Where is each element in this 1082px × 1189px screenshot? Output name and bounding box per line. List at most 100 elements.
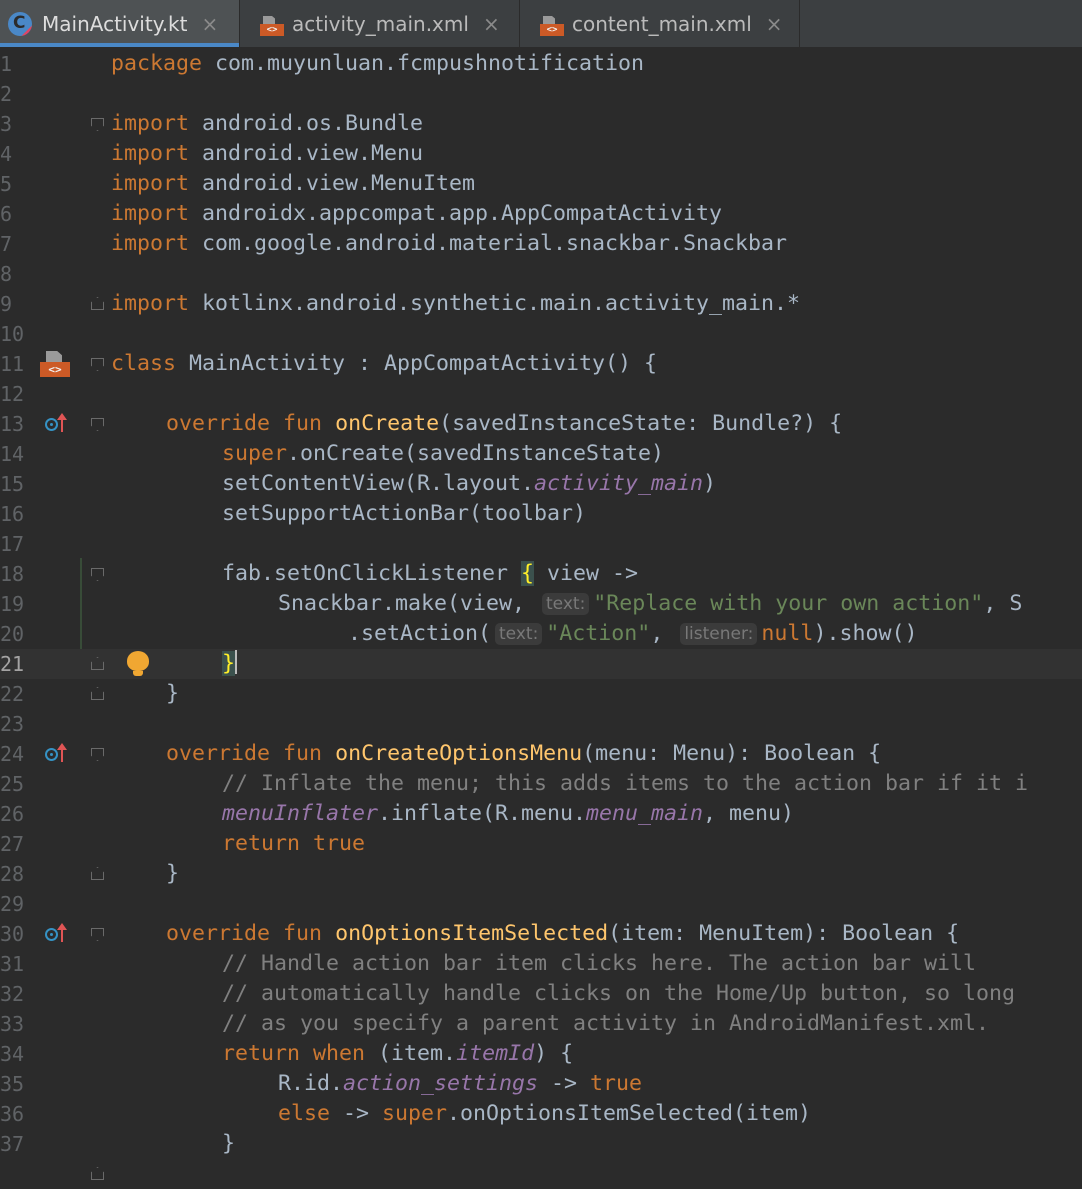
code-editor[interactable]: 1 package com.muyunluan.fcmpushnotificat… [0,48,1082,1180]
parameter-hint: text: [495,623,543,645]
line-number: 8 [0,262,13,286]
code-comment: // Inflate the menu; this adds items to … [222,771,1029,796]
override-method-icon[interactable] [45,413,71,435]
code-comment: // as you specify a parent activity in A… [222,1011,990,1036]
code-line: 10 [0,319,1082,349]
fold-start-icon[interactable] [91,748,104,761]
line-number: 27 [0,832,25,856]
tab-activity-main-xml[interactable]: <> activity_main.xml × [240,0,520,47]
code-text: } [166,681,180,706]
kotlin-file-icon [8,11,36,36]
line-number: 10 [0,322,25,346]
line-number: 4 [0,142,13,166]
code-text: override fun onCreateOptionsMenu(menu: M… [166,741,882,766]
tab-label: MainActivity.kt [42,11,188,36]
code-line-current: 21 } [0,649,1082,679]
code-line: 30 override fun onOptionsItemSelected(it… [0,919,1082,949]
line-number: 5 [0,172,13,196]
lightbulb-icon[interactable] [126,649,150,679]
line-number: 21 [0,652,25,676]
code-line: 27 return true [0,829,1082,859]
line-number: 32 [0,982,25,1006]
line-number: 33 [0,1012,25,1036]
code-line: 13 override fun onCreate(savedInstanceSt… [0,409,1082,439]
line-number: 16 [0,502,25,526]
fold-start-icon[interactable] [91,358,104,371]
code-text: .setAction(text: "Action", listener: null)… [348,621,918,646]
code-text: Snackbar.make(view, text: "Replace with y… [278,591,1023,616]
code-text: } [166,861,180,886]
code-line: 17 [0,529,1082,559]
code-line: 16 setSupportActionBar(toolbar) [0,499,1082,529]
code-line: 32 // automatically handle clicks on the… [0,979,1082,1009]
layout-file-gutter-icon[interactable]: <> [40,349,70,379]
override-method-icon[interactable] [45,923,71,945]
code-line: 3 import android.os.Bundle [0,109,1082,139]
fold-start-icon[interactable] [91,568,104,581]
code-text: menuInflater.inflate(R.menu.menu_main, m… [222,801,795,826]
code-text: setSupportActionBar(toolbar) [222,501,587,526]
line-number: 7 [0,232,13,256]
code-line: 20 .setAction(text: "Action", listener: nu… [0,619,1082,649]
code-text: override fun onCreate(savedInstanceState… [166,411,843,436]
fold-end-icon[interactable] [91,1167,104,1180]
code-line: 29 [0,889,1082,919]
line-number: 2 [0,82,13,106]
code-line: 14 super.onCreate(savedInstanceState) [0,439,1082,469]
editor-tab-bar: MainActivity.kt × <> activity_main.xml ×… [0,0,1082,48]
code-comment: // automatically handle clicks on the Ho… [222,981,1016,1006]
tab-mainactivity-kt[interactable]: MainActivity.kt × [0,0,240,47]
xml-file-icon: <> [538,12,566,36]
code-line: 24 override fun onCreateOptionsMenu(menu… [0,739,1082,769]
code-line: 26 menuInflater.inflate(R.menu.menu_main… [0,799,1082,829]
fold-end-icon[interactable] [91,657,104,670]
tab-label: content_main.xml [572,11,752,36]
code-line: 36 else -> super.onOptionsItemSelected(i… [0,1099,1082,1129]
code-comment: // Handle action bar item clicks here. T… [222,951,977,976]
fold-end-icon[interactable] [91,297,104,310]
code-text: setContentView(R.layout.activity_main) [222,471,717,496]
fold-start-icon[interactable] [91,118,104,131]
line-number: 30 [0,922,25,946]
text-caret [235,650,238,674]
fold-end-icon[interactable] [91,687,104,700]
code-line: 37 } [0,1129,1082,1159]
code-text: package com.muyunluan.fcmpushnotificatio… [111,51,645,76]
line-number: 31 [0,952,25,976]
code-line: 6 import androidx.appcompat.app.AppCompa… [0,199,1082,229]
code-line: 33 // as you specify a parent activity i… [0,1009,1082,1039]
close-icon[interactable]: × [483,12,500,36]
line-number: 34 [0,1042,25,1066]
code-line: 5 import android.view.MenuItem [0,169,1082,199]
code-line: 7 import com.google.android.material.sna… [0,229,1082,259]
fold-end-icon[interactable] [91,867,104,880]
line-number: 6 [0,202,13,226]
code-text: } [222,1131,236,1156]
close-icon[interactable]: × [201,12,218,36]
code-line: 1 package com.muyunluan.fcmpushnotificat… [0,49,1082,79]
line-number: 35 [0,1072,25,1096]
code-line: 4 import android.view.Menu [0,139,1082,169]
code-line: 11 <> class MainActivity : AppCompatActi… [0,349,1082,379]
tab-content-main-xml[interactable]: <> content_main.xml × [520,0,800,47]
line-number: 20 [0,622,25,646]
parameter-hint: text: [542,593,590,615]
code-line: 23 [0,709,1082,739]
code-line: 9 import kotlinx.android.synthetic.main.… [0,289,1082,319]
code-line: 2 [0,79,1082,109]
line-number: 29 [0,892,25,916]
override-method-icon[interactable] [45,743,71,765]
line-number: 14 [0,442,25,466]
fold-start-icon[interactable] [91,928,104,941]
line-number: 9 [0,292,13,316]
close-icon[interactable]: × [766,12,783,36]
line-number: 17 [0,532,25,556]
line-number: 28 [0,862,25,886]
code-line: 35 R.id.action_settings -> true [0,1069,1082,1099]
line-number: 3 [0,112,13,136]
fold-start-icon[interactable] [91,418,104,431]
code-text: return true [222,831,366,856]
code-line: 31 // Handle action bar item clicks here… [0,949,1082,979]
line-number: 18 [0,562,25,586]
code-text: import android.view.MenuItem [111,171,476,196]
